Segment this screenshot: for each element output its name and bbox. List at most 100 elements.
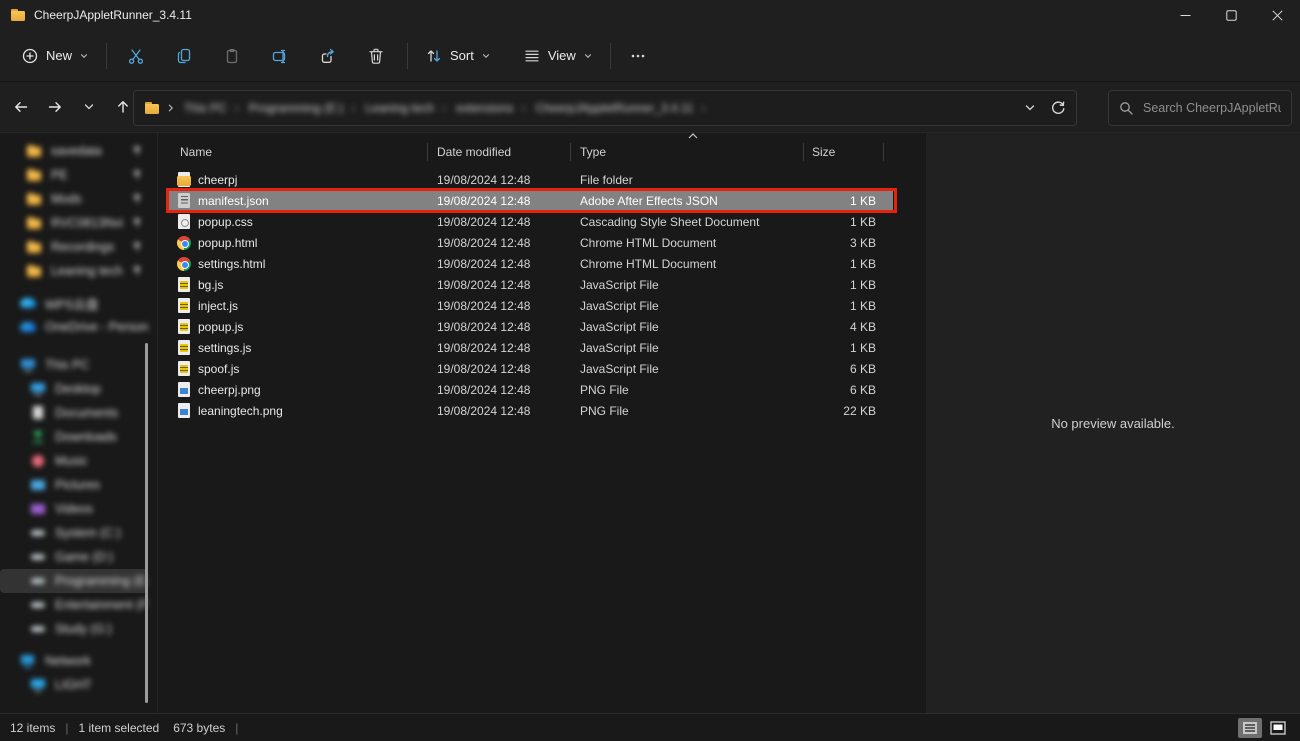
file-type: Cascading Style Sheet Document — [580, 215, 806, 229]
view-button[interactable]: View — [514, 41, 602, 71]
more-button[interactable] — [619, 47, 657, 65]
file-date-modified: 19/08/2024 12:48 — [437, 320, 580, 334]
file-row[interactable]: popup.js 19/08/2024 12:48 JavaScript Fil… — [160, 316, 900, 337]
share-button[interactable] — [309, 47, 347, 65]
recent-locations-button[interactable] — [74, 92, 104, 122]
minimize-button[interactable] — [1162, 0, 1208, 30]
new-button[interactable]: New — [12, 41, 98, 71]
file-date-modified: 19/08/2024 12:48 — [437, 257, 580, 271]
file-row[interactable]: inject.js 19/08/2024 12:48 JavaScript Fi… — [160, 295, 900, 316]
sidebar-item[interactable]: Documents — [0, 401, 148, 425]
sidebar-item[interactable]: Pictures — [0, 473, 148, 497]
search-box[interactable] — [1108, 90, 1292, 126]
sidebar-item[interactable]: Game (D:) — [0, 545, 148, 569]
paste-button[interactable] — [213, 47, 251, 65]
column-separator[interactable] — [803, 143, 804, 161]
pin-icon — [132, 242, 142, 252]
maximize-icon — [1226, 10, 1237, 21]
file-row[interactable]: popup.css 19/08/2024 12:48 Cascading Sty… — [160, 211, 900, 232]
folder-icon — [10, 7, 26, 23]
toolbar-separator — [407, 43, 408, 69]
file-row[interactable]: manifest.json 19/08/2024 12:48 Adobe Aft… — [160, 190, 900, 211]
column-header-date-modified[interactable]: Date modified — [437, 145, 580, 159]
rename-button[interactable] — [261, 47, 299, 65]
window-title: CheerpJAppletRunner_3.4.11 — [34, 8, 192, 22]
js-file-icon — [176, 361, 192, 377]
maximize-button[interactable] — [1208, 0, 1254, 30]
column-separator[interactable] — [427, 143, 428, 161]
sort-button[interactable]: Sort — [416, 41, 500, 71]
file-row[interactable]: settings.html 19/08/2024 12:48 Chrome HT… — [160, 253, 900, 274]
sidebar-item-label: WPS云盘 — [45, 294, 98, 313]
column-header-type[interactable]: Type — [580, 145, 806, 159]
sidebar-item-label: Study (G:) — [55, 622, 112, 636]
sidebar-item[interactable]: System (C:) — [0, 521, 148, 545]
sidebar-item[interactable]: WPS云盘 — [0, 291, 148, 315]
address-bar[interactable]: This PC › Programming (E:) › Leaning tec… — [133, 90, 1077, 126]
refresh-icon[interactable] — [1050, 100, 1066, 116]
sidebar-item[interactable]: This PC — [0, 353, 148, 377]
icons-view-button[interactable] — [1266, 718, 1290, 738]
sidebar-item[interactable]: Mods — [0, 187, 148, 211]
breadcrumb-item[interactable]: extensions › — [450, 101, 527, 115]
sidebar-scrollbar[interactable] — [145, 343, 148, 703]
file-row[interactable]: spoof.js 19/08/2024 12:48 JavaScript Fil… — [160, 358, 900, 379]
sidebar-item[interactable]: Entertainment (F:) — [0, 593, 148, 617]
file-folder-icon — [176, 172, 192, 188]
breadcrumb-folder-icon — [144, 100, 160, 116]
file-name: popup.html — [198, 236, 257, 250]
delete-button[interactable] — [357, 47, 395, 65]
sidebar-item[interactable]: Study (G:) — [0, 617, 148, 641]
sidebar-item[interactable]: Videos — [0, 497, 148, 521]
forward-button[interactable] — [40, 92, 70, 122]
sidebar-item[interactable]: Music — [0, 449, 148, 473]
sidebar-item-label: Recordings — [51, 240, 114, 254]
new-label: New — [46, 48, 72, 63]
file-type: JavaScript File — [580, 278, 806, 292]
chevron-right-icon: › — [519, 101, 527, 115]
breadcrumb-item[interactable]: Programming (E:) › — [243, 101, 358, 115]
js-file-icon — [176, 340, 192, 356]
file-row[interactable]: settings.js 19/08/2024 12:48 JavaScript … — [160, 337, 900, 358]
breadcrumb-item[interactable]: Leaning tech › — [359, 101, 448, 115]
sidebar-item[interactable]: Desktop — [0, 377, 148, 401]
sidebar-item[interactable]: Leaning tech — [0, 259, 148, 283]
breadcrumb-item[interactable]: CheerpJAppletRunner_3.4.11 › — [529, 101, 707, 115]
column-header-name[interactable]: Name — [160, 145, 437, 159]
details-view-button[interactable] — [1238, 718, 1262, 738]
column-separator[interactable] — [570, 143, 571, 161]
file-row[interactable]: cheerpj.png 19/08/2024 12:48 PNG File 6 … — [160, 379, 900, 400]
breadcrumb-item[interactable]: This PC › — [178, 101, 241, 115]
sidebar-item[interactable]: RVC0813Nvid — [0, 211, 148, 235]
file-row[interactable]: popup.html 19/08/2024 12:48 Chrome HTML … — [160, 232, 900, 253]
sidebar-item-label: Entertainment (F:) — [55, 598, 148, 612]
sidebar-item[interactable]: Network — [0, 649, 148, 673]
close-button[interactable] — [1254, 0, 1300, 30]
file-row[interactable]: cheerpj 19/08/2024 12:48 File folder — [160, 169, 900, 190]
cut-button[interactable] — [117, 47, 155, 65]
sidebar-item[interactable]: Programming (E:) — [0, 569, 148, 593]
file-name: spoof.js — [198, 362, 239, 376]
sidebar-item-label: Mods — [51, 192, 82, 206]
pin-icon — [132, 146, 142, 156]
folder-icon — [26, 263, 42, 279]
status-separator: | — [65, 721, 68, 735]
address-dropdown-chevron-icon[interactable] — [1024, 102, 1036, 114]
search-input[interactable] — [1143, 101, 1281, 115]
column-header-size[interactable]: Size — [806, 145, 900, 159]
sidebar-item[interactable]: savedata — [0, 139, 148, 163]
sidebar-item[interactable]: OneDrive - Person — [0, 315, 148, 339]
file-rows: cheerpj 19/08/2024 12:48 File folder man… — [160, 169, 900, 421]
copy-button[interactable] — [165, 47, 203, 65]
sidebar-item[interactable]: LIGHT — [0, 673, 148, 697]
column-separator[interactable] — [883, 143, 884, 161]
file-row[interactable]: bg.js 19/08/2024 12:48 JavaScript File 1… — [160, 274, 900, 295]
sidebar-item-label: Game (D:) — [55, 550, 113, 564]
chrome-html-icon — [176, 256, 192, 272]
file-row[interactable]: leaningtech.png 19/08/2024 12:48 PNG Fil… — [160, 400, 900, 421]
sidebar-item[interactable]: Recordings — [0, 235, 148, 259]
sidebar-item[interactable]: PE — [0, 163, 148, 187]
sidebar-item[interactable]: Downloads — [0, 425, 148, 449]
file-type: File folder — [580, 173, 806, 187]
back-button[interactable] — [6, 92, 36, 122]
